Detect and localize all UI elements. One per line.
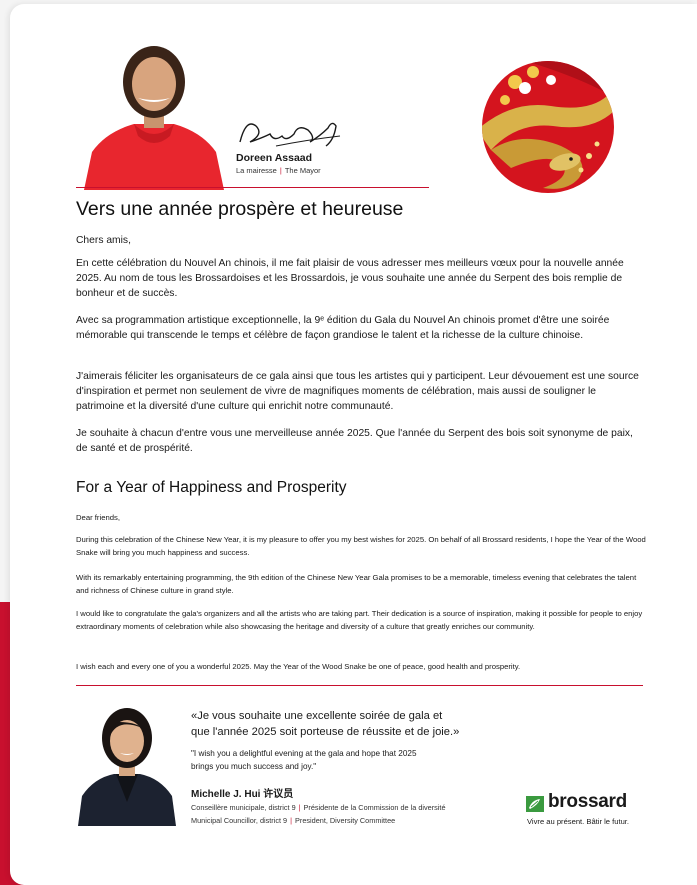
top-divider [76,187,429,188]
mayor-title-fr: La mairesse [236,166,277,175]
title-separator: | [279,166,282,175]
mayor-portrait [84,46,224,190]
french-paragraph-2: Avec sa programmation artistique excepti… [76,315,610,341]
english-paragraph-2: With its remarkably entertaining program… [76,573,637,595]
quote-en-line-1: "I wish you a delightful evening at the … [191,749,417,758]
mayor-title-en: The Mayor [284,166,321,175]
role-fr-district: Conseillère municipale, district 9 [191,803,296,812]
councillor-role-en: Municipal Councillor, district 9 | Preside… [191,816,395,825]
mayor-title: La mairesse | The Mayor [236,166,321,175]
english-heading: For a Year of Happiness and Prosperity [76,479,347,496]
french-greeting: Chers amis, [76,235,131,246]
mayor-signature [239,122,341,147]
french-heading: Vers une année prospère et heureuse [76,198,404,220]
councillor-name: Michelle J. Hui 许议员 [191,789,294,800]
brand-tagline: Vivre au présent. Bâtir le futur. [527,817,630,826]
french-paragraph-3: J'aimerais féliciter les organisateurs d… [76,371,639,412]
french-paragraph-1: En cette célébration du Nouvel An chinoi… [76,258,624,299]
councillor-quote-fr: «Je vous souhaite une excellente soirée … [191,708,491,740]
brossard-leaf-icon [526,796,544,812]
role-en-district: Municipal Councillor, district 9 [191,816,288,825]
role-separator: | [290,816,293,825]
brossard-logo: brossard [526,791,646,814]
french-paragraph-4: Je souhaite à chacun d'entre vous une me… [76,428,633,454]
english-greeting: Dear friends, [76,513,121,522]
mayor-name: Doreen Assaad [236,152,313,164]
brand-name: brossard [548,791,627,812]
role-fr-committee: Présidente de la Commission de la divers… [303,803,446,812]
english-paragraph-4: I wish each and every one of you a wonde… [76,662,521,671]
councillor-portrait [78,708,176,826]
quote-fr-line-2: que l'année 2025 soit porteuse de réussi… [191,726,460,738]
english-paragraph-3: I would like to congratulate the gala's … [76,609,643,631]
role-en-committee: President, Diversity Committee [295,816,396,825]
councillor-role-fr: Conseillère municipale, district 9 | Prési… [191,803,446,812]
councillor-quote-en: "I wish you a delightful evening at the … [191,747,491,773]
quote-fr-line-1: «Je vous souhaite une excellente soirée … [191,710,443,722]
quote-en-line-2: brings you much success and joy." [191,762,317,771]
wood-snake-emblem-icon [482,61,614,193]
english-paragraph-1: During this celebration of the Chinese N… [76,535,646,557]
bottom-divider [76,685,643,686]
role-separator: | [298,803,301,812]
